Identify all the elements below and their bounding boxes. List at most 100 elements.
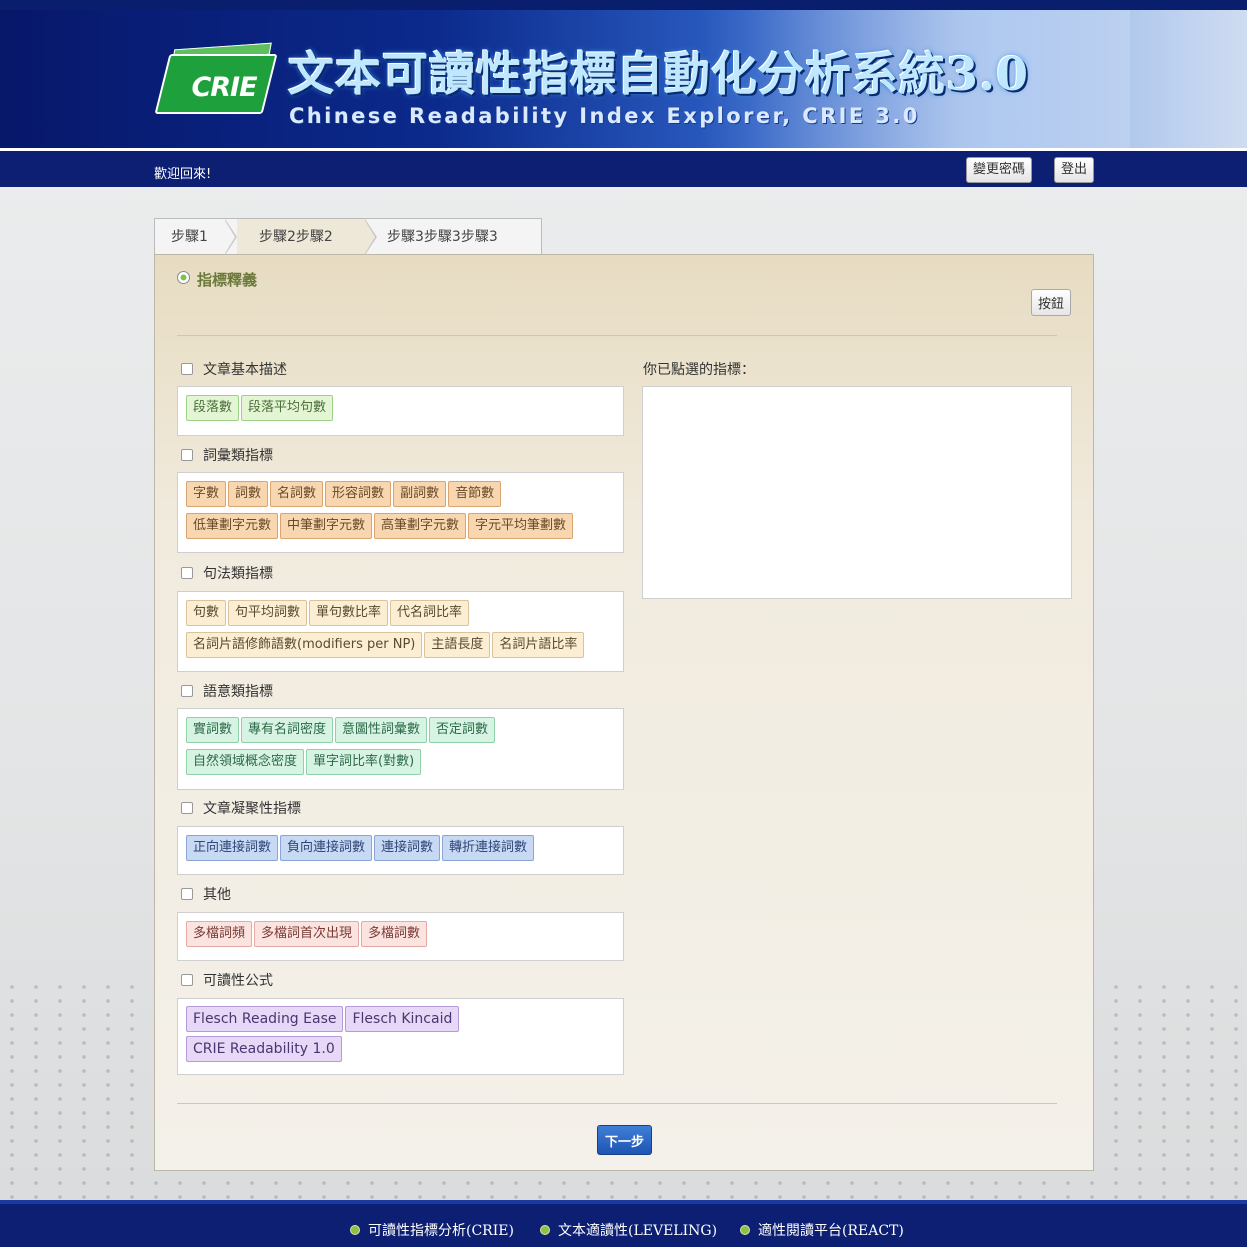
category-vocab-checkbox[interactable] xyxy=(181,449,193,461)
step-tab-2-label: 步驟2步驟2 xyxy=(259,229,333,245)
divider-top xyxy=(177,335,1057,336)
step-tab-1[interactable]: 步驟1 xyxy=(155,219,235,255)
indicator-tag[interactable]: 否定詞數 xyxy=(429,717,496,743)
selected-indicators-label: 你已點選的指標： xyxy=(643,362,755,378)
category-syntax-box: 句數 句平均詞數 單句數比率 代名詞比率 名詞片語修飾語數(modifiers per… xyxy=(177,591,624,672)
site-title-chinese: 文本可讀性指標自動化分析系統3.0 xyxy=(288,47,1030,101)
indicator-tag[interactable]: 正向連接詞數 xyxy=(186,835,279,861)
category-basic-title: 文章基本描述 xyxy=(203,362,287,378)
site-title-english: Chinese Readability Index Explorer, CRIE… xyxy=(289,104,920,128)
category-formula-box: Flesch Reading Ease Flesch Kincaid CRIE R… xyxy=(177,998,624,1075)
footer-link-label: 適性閱讀平台(REACT) xyxy=(758,1223,904,1239)
indicator-tag[interactable]: 多檔詞數 xyxy=(361,921,428,947)
indicator-tag[interactable]: CRIE Readability 1.0 xyxy=(186,1036,342,1062)
next-step-button[interactable]: 下一步 xyxy=(597,1125,652,1155)
indicator-tag[interactable]: 意圖性詞彙數 xyxy=(335,717,428,743)
category-cohesion-header[interactable]: 文章凝聚性指標 xyxy=(181,798,301,818)
step-arrow-1-inner xyxy=(224,219,235,255)
indicator-tag[interactable]: 段落數 xyxy=(186,395,240,421)
top-band xyxy=(0,0,1247,10)
panel-button[interactable]: 按鈕 xyxy=(1031,289,1071,316)
indicator-tag[interactable]: 低筆劃字元數 xyxy=(186,513,279,539)
step-tabs: 步驟1 步驟2步驟2 步驟3步驟3步驟3 xyxy=(154,218,542,255)
category-vocab-title: 詞彙類指標 xyxy=(203,448,273,464)
indicator-tag[interactable]: 名詞片語修飾語數(modifiers per NP) xyxy=(186,632,423,658)
footer-bar: 可讀性指標分析(CRIE) 文本適讀性(LEVELING) 適性閱讀平台(REA… xyxy=(0,1200,1247,1247)
indicator-panel: 指標釋義 按鈕 文章基本描述 段落數 段落平均句數 詞彙類指標 字數 詞數 名詞數 形容… xyxy=(154,254,1094,1171)
indicator-tag[interactable]: 段落平均句數 xyxy=(241,395,334,421)
change-password-button[interactable]: 變更密碼 xyxy=(966,157,1033,183)
indicator-tag[interactable]: 專有名詞密度 xyxy=(241,717,334,743)
category-basic-box: 段落數 段落平均句數 xyxy=(177,386,624,436)
bullet-icon xyxy=(740,1225,750,1235)
category-basic-checkbox[interactable] xyxy=(181,363,193,375)
top-navbar: 歡迎回來! 變更密碼 登出 xyxy=(0,148,1247,187)
footer-link-react[interactable]: 適性閱讀平台(REACT) xyxy=(740,1220,904,1240)
category-semantic-header[interactable]: 語意類指標 xyxy=(181,681,273,701)
indicator-tag[interactable]: Flesch Kincaid xyxy=(345,1006,460,1032)
category-formula-title: 可讀性公式 xyxy=(203,973,273,989)
indicator-tag[interactable]: 詞數 xyxy=(228,481,269,507)
category-formula-header[interactable]: 可讀性公式 xyxy=(181,970,273,990)
category-vocab-header[interactable]: 詞彙類指標 xyxy=(181,445,273,465)
category-syntax-title: 句法類指標 xyxy=(203,566,273,582)
category-semantic-checkbox[interactable] xyxy=(181,685,193,697)
logout-button[interactable]: 登出 xyxy=(1054,157,1095,183)
welcome-text: 歡迎回來! xyxy=(154,167,212,182)
category-semantic-box: 實詞數 專有名詞密度 意圖性詞彙數 否定詞數 自然領域概念密度 單字詞比率(對數) xyxy=(177,708,624,790)
indicator-tag[interactable]: 句平均詞數 xyxy=(228,600,308,626)
footer-link-label: 文本適讀性(LEVELING) xyxy=(558,1223,718,1239)
indicator-tag[interactable]: 名詞數 xyxy=(270,481,324,507)
indicator-tag[interactable]: 單句數比率 xyxy=(309,600,389,626)
indicator-tag[interactable]: 高筆劃字元數 xyxy=(374,513,467,539)
selected-indicators-box[interactable] xyxy=(642,386,1072,599)
category-basic-header[interactable]: 文章基本描述 xyxy=(181,359,287,379)
indicator-tag[interactable]: 負向連接詞數 xyxy=(280,835,373,861)
indicator-tag[interactable]: 句數 xyxy=(186,600,227,626)
category-syntax-checkbox[interactable] xyxy=(181,567,193,579)
indicator-tag[interactable]: 自然領域概念密度 xyxy=(186,749,305,775)
bullet-icon xyxy=(350,1225,360,1235)
step-arrow-2-inner xyxy=(364,219,375,255)
footer-link-leveling[interactable]: 文本適讀性(LEVELING) xyxy=(540,1220,717,1240)
footer-link-label: 可讀性指標分析(CRIE) xyxy=(368,1223,514,1239)
indicator-tag[interactable]: 實詞數 xyxy=(186,717,240,743)
indicator-tag[interactable]: 連接詞數 xyxy=(374,835,441,861)
indicator-tag[interactable]: 多檔詞首次出現 xyxy=(254,921,360,947)
crie-logo: CRIE xyxy=(154,42,278,118)
step-tab-3[interactable]: 步驟3步驟3步驟3 xyxy=(387,219,537,255)
category-other-title: 其他 xyxy=(203,887,231,903)
category-other-checkbox[interactable] xyxy=(181,888,193,900)
category-other-header[interactable]: 其他 xyxy=(181,884,231,904)
indicator-tag[interactable]: 名詞片語比率 xyxy=(492,632,585,658)
indicator-tag[interactable]: 主語長度 xyxy=(424,632,491,658)
logo-text: CRIE xyxy=(191,72,257,103)
step-tab-2[interactable]: 步驟2步驟2 xyxy=(237,219,365,255)
panel-title: 指標釋義 xyxy=(197,271,258,289)
bullet-icon xyxy=(540,1225,550,1235)
step-tab-3-label: 步驟3步驟3步驟3 xyxy=(387,229,498,245)
indicator-tag[interactable]: 形容詞數 xyxy=(325,481,392,507)
indicator-tag[interactable]: Flesch Reading Ease xyxy=(186,1006,344,1032)
category-cohesion-checkbox[interactable] xyxy=(181,802,193,814)
category-formula-checkbox[interactable] xyxy=(181,974,193,986)
category-cohesion-title: 文章凝聚性指標 xyxy=(203,801,301,817)
indicator-tag[interactable]: 字元平均筆劃數 xyxy=(468,513,574,539)
indicator-tag[interactable]: 轉折連接詞數 xyxy=(442,835,535,861)
indicator-tag[interactable]: 字數 xyxy=(186,481,227,507)
category-vocab-box: 字數 詞數 名詞數 形容詞數 副詞數 音節數 低筆劃字元數 中筆劃字元數 高筆劃字元數 字元平均… xyxy=(177,472,624,553)
site-banner: CRIE 文本可讀性指標自動化分析系統3.0 Chinese Readabili… xyxy=(0,10,1247,148)
indicator-tag[interactable]: 副詞數 xyxy=(393,481,447,507)
indicator-tag[interactable]: 中筆劃字元數 xyxy=(280,513,373,539)
category-other-box: 多檔詞頻 多檔詞首次出現 多檔詞數 xyxy=(177,912,624,961)
step-tab-1-label: 步驟1 xyxy=(171,229,208,245)
category-cohesion-box: 正向連接詞數 負向連接詞數 連接詞數 轉折連接詞數 xyxy=(177,826,624,875)
radio-bullet-icon xyxy=(177,271,190,284)
indicator-tag[interactable]: 單字詞比率(對數) xyxy=(306,749,422,775)
indicator-tag[interactable]: 多檔詞頻 xyxy=(186,921,253,947)
indicator-tag[interactable]: 代名詞比率 xyxy=(390,600,470,626)
footer-link-crie[interactable]: 可讀性指標分析(CRIE) xyxy=(350,1220,514,1240)
indicator-tag[interactable]: 音節數 xyxy=(448,481,502,507)
divider-bottom xyxy=(177,1103,1057,1104)
category-syntax-header[interactable]: 句法類指標 xyxy=(181,563,273,583)
